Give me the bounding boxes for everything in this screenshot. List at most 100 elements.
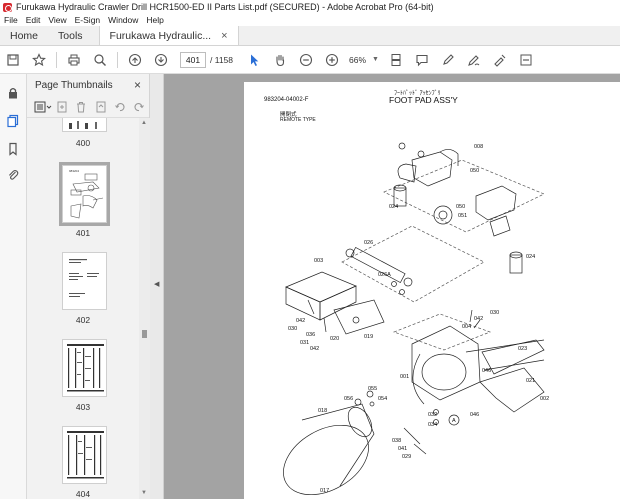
callout-050: 050 — [456, 204, 465, 210]
tab-tools[interactable]: Tools — [48, 26, 93, 45]
callout-029: 029 — [402, 454, 411, 460]
hand-icon — [276, 54, 285, 66]
callout-030: 030 — [490, 310, 499, 316]
attachment-icon[interactable] — [6, 168, 20, 182]
main-toolbar: 401 / 1158 66% ▼ — [0, 46, 620, 74]
zoom-value: 66% — [349, 54, 367, 65]
callout-026a: 026A — [378, 272, 391, 278]
callout-046: 046 — [482, 368, 491, 374]
panel-title: Page Thumbnails — [35, 79, 113, 91]
thumbnail-404-image — [67, 431, 104, 479]
thumbnail-page-403[interactable] — [62, 339, 107, 397]
hand-tool-button[interactable] — [267, 49, 293, 71]
previous-page-button[interactable] — [122, 49, 148, 71]
zoom-out-button[interactable] — [293, 49, 319, 71]
callout-041: 041 — [398, 446, 407, 452]
panel-close-icon[interactable]: × — [134, 78, 141, 92]
select-tool-button[interactable] — [241, 49, 267, 71]
menu-view[interactable]: View — [48, 15, 66, 25]
cursor-arrow-icon — [251, 54, 259, 66]
window-title: Furukawa Hydraulic Crawler Drill HCR1500… — [16, 2, 434, 12]
page-layout-button[interactable] — [383, 49, 409, 71]
callout-024: 024 — [389, 204, 398, 210]
zoom-in-button[interactable] — [319, 49, 345, 71]
scroll-up-icon[interactable]: ▲ — [141, 120, 147, 126]
callout-004: 004 — [462, 324, 471, 330]
page-number-input[interactable]: 401 — [180, 51, 206, 68]
rotate-right-button[interactable] — [130, 99, 149, 115]
print-button[interactable] — [61, 49, 87, 71]
callout-031: 031 — [300, 340, 309, 346]
toolbar-divider — [56, 51, 57, 68]
thumbnail-401-image: 983204 — [69, 169, 104, 219]
plus-circle-icon — [325, 53, 339, 66]
minus-circle-icon — [299, 53, 313, 66]
toolbar-divider — [117, 51, 118, 68]
list-options-icon — [34, 101, 52, 112]
tab-home[interactable]: Home — [0, 26, 48, 45]
thumbnail-label-403: 403 — [75, 402, 91, 412]
extract-page-icon — [96, 101, 106, 112]
page-total: / 1158 — [210, 54, 234, 65]
fill-sign-button[interactable] — [487, 49, 513, 71]
insert-page-icon — [57, 101, 67, 112]
pdf-page: 983204-04002-F ﾌｰﾄﾊﾟｯﾄﾞ ｱｯｾﾝﾌﾞﾘ FOOT PAD… — [244, 82, 620, 499]
zoom-dropdown[interactable]: 66% ▼ — [349, 55, 379, 65]
delete-page-button[interactable] — [72, 99, 91, 115]
scrollbar-thumb[interactable] — [142, 330, 147, 338]
callout-017: 017 — [320, 488, 329, 494]
callout-051: 051 — [458, 213, 467, 219]
menu-edit[interactable]: Edit — [26, 15, 41, 25]
tab-close-icon[interactable]: × — [221, 30, 227, 42]
menu-bar: File Edit View E-Sign Window Help — [0, 14, 620, 26]
scroll-pages-icon — [391, 53, 401, 66]
menu-help[interactable]: Help — [146, 15, 163, 25]
tab-document[interactable]: Furukawa Hydraulic... × — [98, 26, 239, 45]
scroll-down-icon[interactable]: ▼ — [141, 490, 147, 496]
thumbnail-403-image — [67, 344, 104, 392]
thumbnail-scrollbar[interactable]: ▲ ▼ — [139, 118, 150, 499]
thumbnail-page-404[interactable] — [62, 426, 107, 484]
trash-icon — [77, 101, 86, 112]
thumbnail-label-401: 401 — [75, 228, 91, 238]
thumbnail-page-402[interactable] — [62, 252, 107, 310]
bookmark-star-button[interactable] — [26, 49, 52, 71]
lock-icon[interactable] — [6, 86, 20, 100]
callout-042: 042 — [474, 316, 483, 322]
callout-026: 026 — [364, 240, 373, 246]
callout-050: 050 — [470, 168, 479, 174]
save-button[interactable] — [0, 49, 26, 71]
thumbnail-options-button[interactable] — [33, 99, 52, 115]
next-page-button[interactable] — [148, 49, 174, 71]
extract-page-button[interactable] — [91, 99, 110, 115]
thumbnail-page-400[interactable] — [62, 118, 107, 132]
highlight-button[interactable] — [435, 49, 461, 71]
tab-bar: Home Tools Furukawa Hydraulic... × — [0, 26, 620, 46]
bookmark-icon[interactable] — [6, 142, 20, 156]
menu-esign[interactable]: E-Sign — [75, 15, 101, 25]
more-tools-button[interactable] — [513, 49, 539, 71]
draw-button[interactable] — [461, 49, 487, 71]
menu-file[interactable]: File — [4, 15, 18, 25]
menu-window[interactable]: Window — [108, 15, 138, 25]
callout-038: 038 — [392, 438, 401, 444]
exploded-parts-diagram: 008 050 024 050 051 024 026 003 026A 030… — [283, 142, 549, 496]
chevron-left-icon: ◀ — [154, 281, 160, 288]
left-rail — [0, 74, 27, 499]
callout-056: 056 — [344, 396, 353, 402]
thumbnail-toolbar — [27, 96, 149, 118]
callout-021: 021 — [526, 378, 535, 384]
rotate-left-button[interactable] — [110, 99, 129, 115]
panel-collapse-handle[interactable]: ◀ — [150, 74, 164, 499]
comment-button[interactable] — [409, 49, 435, 71]
svg-text:983204: 983204 — [69, 169, 79, 173]
thumbnail-page-401[interactable]: 983204 — [59, 162, 110, 226]
document-view[interactable]: 983204-04002-F ﾌｰﾄﾊﾟｯﾄﾞ ｱｯｾﾝﾌﾞﾘ FOOT PAD… — [164, 74, 620, 499]
acrobat-logo-icon — [3, 2, 12, 12]
save-icon — [7, 53, 19, 66]
find-button[interactable] — [87, 49, 113, 71]
thumbnail-label-400: 400 — [75, 138, 91, 148]
page-thumbnails-icon[interactable] — [6, 114, 20, 128]
insert-page-button[interactable] — [52, 99, 71, 115]
printer-icon — [68, 54, 80, 65]
